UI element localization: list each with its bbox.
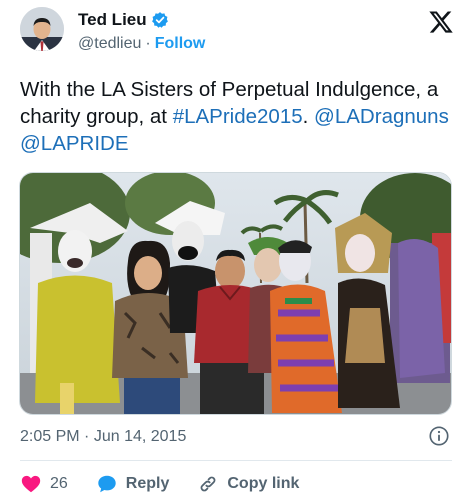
author-handle[interactable]: @tedlieu bbox=[78, 35, 141, 53]
tweet-time: 2:05 PM bbox=[20, 428, 80, 445]
author-name[interactable]: Ted Lieu bbox=[78, 10, 147, 30]
reply-label: Reply bbox=[125, 475, 170, 492]
tweet-timestamp[interactable]: 2:05 PM · Jun 14, 2015 bbox=[20, 428, 186, 446]
copy-link-button[interactable]: Copy link bbox=[197, 473, 299, 495]
mention-link-ladragnuns[interactable]: @LADragnuns bbox=[314, 105, 449, 128]
separator-dot: · bbox=[145, 35, 151, 52]
reply-bubble-icon bbox=[98, 475, 116, 493]
like-count: 26 bbox=[50, 475, 68, 492]
reply-button[interactable]: Reply bbox=[96, 473, 170, 495]
divider bbox=[20, 460, 452, 461]
mention-link-lapride[interactable]: @LAPRIDE bbox=[20, 132, 129, 155]
like-button[interactable]: 26 bbox=[20, 473, 68, 495]
author-name-row: Ted Lieu bbox=[78, 10, 169, 30]
x-logo-icon[interactable] bbox=[428, 9, 454, 35]
author-handle-row: @tedlieu · Follow bbox=[78, 35, 205, 53]
timestamp-separator: · bbox=[84, 428, 90, 445]
tweet-date: Jun 14, 2015 bbox=[93, 428, 187, 445]
avatar[interactable] bbox=[20, 7, 64, 51]
tweet-header: Ted Lieu @tedlieu · Follow bbox=[20, 7, 460, 59]
verified-badge-icon bbox=[151, 11, 169, 29]
link-icon bbox=[200, 476, 216, 492]
follow-button[interactable]: Follow bbox=[155, 35, 206, 53]
tweet-photo[interactable] bbox=[19, 172, 452, 415]
tweet-text: With the LA Sisters of Perpetual Indulge… bbox=[20, 78, 449, 155]
info-icon[interactable] bbox=[428, 425, 450, 447]
copy-link-label: Copy link bbox=[227, 475, 300, 492]
hashtag-link[interactable]: #LAPride2015 bbox=[173, 105, 303, 128]
heart-icon bbox=[21, 475, 41, 493]
tweet-actions: 26 Reply Copy link bbox=[20, 472, 327, 496]
